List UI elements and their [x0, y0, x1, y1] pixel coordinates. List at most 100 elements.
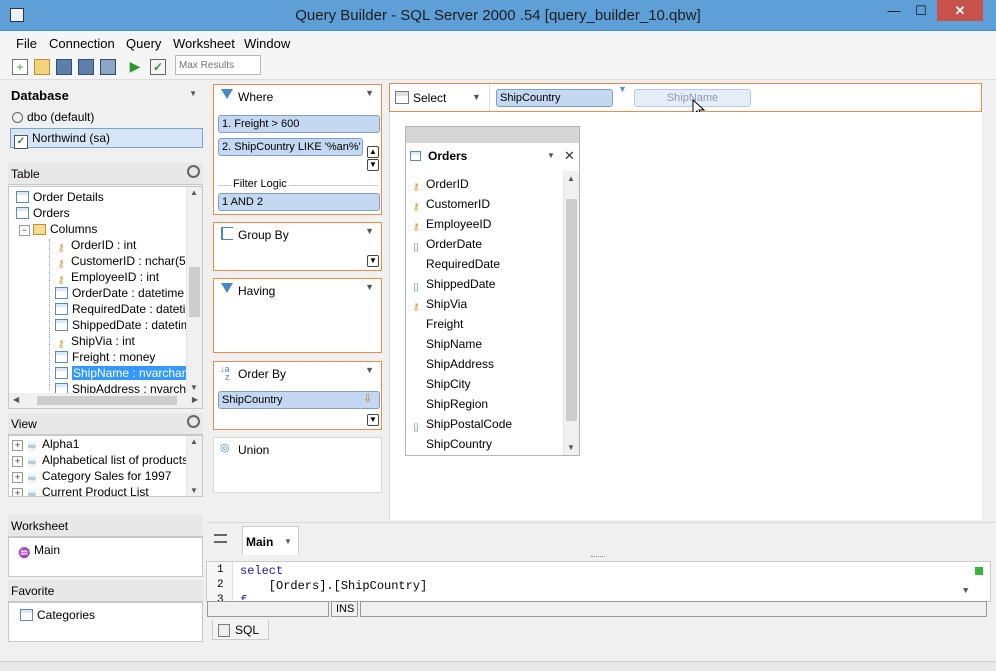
- scroll-thumb[interactable]: [566, 199, 577, 421]
- schema-item[interactable]: dbo (default): [12, 109, 94, 125]
- orders-column-orderid[interactable]: ⚷ OrderID: [410, 176, 468, 193]
- minimize-button[interactable]: —: [881, 0, 907, 21]
- scroll-down-icon[interactable]: ▼: [567, 443, 575, 452]
- save-all-icon[interactable]: [100, 59, 116, 75]
- maximize-button[interactable]: ☐: [908, 0, 934, 21]
- tree-column-freight[interactable]: Freight : money: [55, 349, 155, 365]
- view-item-alphabetical[interactable]: + ♾ Alphabetical list of products: [12, 452, 188, 469]
- table-tree-hscrollbar[interactable]: ◀ ▶: [9, 393, 202, 408]
- chevron-down-icon[interactable]: ▼: [547, 151, 555, 160]
- scroll-thumb[interactable]: [189, 267, 200, 317]
- chevron-down-icon[interactable]: ▼: [284, 537, 292, 546]
- tree-column-orderid[interactable]: ⚷ OrderID : int: [55, 237, 136, 254]
- tree-column-shipvia[interactable]: ⚷ ShipVia : int: [55, 333, 135, 350]
- orders-column-shipaddress[interactable]: ShipAddress: [410, 356, 494, 372]
- orders-table-box[interactable]: Orders ▼ ✕ ⚷ OrderID ⚷ CustomerID ⚷ Employe…: [405, 126, 580, 456]
- search-icon[interactable]: [187, 165, 200, 178]
- tree-item-order-details[interactable]: Order Details: [16, 189, 104, 205]
- splitter-handle[interactable]: [591, 556, 605, 559]
- checkbox-icon[interactable]: ✓: [14, 135, 28, 149]
- chevron-down-icon[interactable]: ▼: [189, 89, 197, 98]
- collapse-icon[interactable]: −: [19, 225, 30, 236]
- tab-main[interactable]: Main ▼: [242, 526, 299, 555]
- scroll-down-icon[interactable]: ▼: [963, 586, 968, 596]
- tree-column-employeeid[interactable]: ⚷ EmployeeID : int: [55, 269, 159, 286]
- max-results-input[interactable]: [175, 55, 261, 75]
- orders-column-freight[interactable]: Freight: [410, 316, 463, 332]
- chevron-down-icon[interactable]: ▼: [365, 226, 374, 236]
- save-icon[interactable]: [56, 59, 72, 75]
- menu-query[interactable]: Query: [126, 36, 161, 51]
- open-folder-icon[interactable]: [34, 59, 50, 75]
- chevron-down-icon[interactable]: ▼: [472, 92, 481, 102]
- orders-column-shipvia[interactable]: ⚷ ShipVia: [410, 296, 467, 313]
- where-condition-2[interactable]: 2. ShipCountry LIKE '%an%': [218, 138, 363, 156]
- orders-column-shipcountry[interactable]: ShipCountry: [410, 436, 492, 452]
- orders-column-shipcity[interactable]: ShipCity: [410, 376, 471, 392]
- menu-window[interactable]: Window: [244, 36, 290, 51]
- menu-connection[interactable]: Connection: [49, 36, 115, 51]
- where-header[interactable]: Where ▼: [214, 85, 381, 107]
- orders-column-customerid[interactable]: ⚷ CustomerID: [410, 196, 490, 213]
- check-icon[interactable]: ✓: [150, 59, 166, 75]
- scroll-up-icon[interactable]: ▲: [190, 437, 198, 446]
- move-down-icon[interactable]: ▼: [367, 255, 379, 267]
- tree-column-orderdate[interactable]: OrderDate : datetime: [55, 285, 184, 301]
- save-as-icon[interactable]: [78, 59, 94, 75]
- menu-file[interactable]: File: [16, 36, 37, 51]
- move-down-icon[interactable]: ▼: [367, 159, 379, 171]
- favorite-item-categories[interactable]: Categories: [20, 607, 95, 623]
- table-tree-scrollbar[interactable]: ▲ ▼: [186, 187, 202, 393]
- orders-scrollbar[interactable]: ▲ ▼: [563, 171, 579, 455]
- view-item-alpha1[interactable]: + ♾ Alpha1: [12, 436, 79, 453]
- worksheet-item-main[interactable]: ♒ Main: [18, 542, 60, 559]
- move-up-icon[interactable]: ▲: [367, 146, 379, 158]
- chevron-down-icon[interactable]: ▼: [365, 282, 374, 292]
- union-header[interactable]: ◎ Union: [214, 438, 381, 460]
- scroll-left-icon[interactable]: ◀: [13, 395, 19, 404]
- orders-column-shippostalcode[interactable]: ▯ ShipPostalCode: [410, 416, 512, 433]
- move-down-icon[interactable]: ▼: [367, 414, 379, 426]
- expand-icon[interactable]: +: [12, 440, 23, 451]
- view-item-current-product[interactable]: + ♾ Current Product List: [12, 484, 149, 496]
- select-column-shipcountry[interactable]: ShipCountry: [496, 89, 613, 107]
- scroll-down-icon[interactable]: ▼: [190, 383, 198, 392]
- tree-column-customerid[interactable]: ⚷ CustomerID : nchar(5): [55, 253, 189, 270]
- tree-column-shipname[interactable]: ShipName : nvarchar(4(: [55, 365, 202, 381]
- group-by-header[interactable]: Group By ▼: [214, 223, 381, 245]
- having-header[interactable]: Having ▼: [214, 279, 381, 301]
- close-icon[interactable]: ✕: [564, 148, 575, 164]
- orders-column-employeeid[interactable]: ⚷ EmployeeID: [410, 216, 491, 233]
- where-condition-1[interactable]: 1. Freight > 600: [218, 115, 380, 133]
- tree-item-columns[interactable]: − Columns: [19, 221, 97, 237]
- menu-lines-icon[interactable]: [214, 534, 227, 543]
- expand-icon[interactable]: +: [12, 488, 23, 496]
- close-button[interactable]: ✕: [937, 0, 983, 21]
- order-by-header[interactable]: ↓a z Order By ▼: [214, 362, 381, 384]
- view-tree-scrollbar[interactable]: ▲ ▼: [186, 436, 202, 496]
- filter-logic-value[interactable]: 1 AND 2: [218, 193, 380, 211]
- scroll-down-icon[interactable]: ▼: [190, 486, 198, 495]
- order-by-item[interactable]: ShipCountry: [218, 391, 380, 409]
- chevron-down-icon[interactable]: ▼: [365, 88, 374, 98]
- menu-worksheet[interactable]: Worksheet: [173, 36, 235, 51]
- chevron-down-icon[interactable]: ▼: [365, 365, 374, 375]
- orders-column-orderdate[interactable]: ▯ OrderDate: [410, 236, 482, 253]
- orders-column-shipregion[interactable]: ShipRegion: [410, 396, 488, 412]
- tree-column-requireddate[interactable]: RequiredDate : datetim: [55, 301, 195, 317]
- orders-column-shipname[interactable]: ShipName: [410, 336, 482, 352]
- orders-column-requireddate[interactable]: RequiredDate: [410, 256, 500, 272]
- scroll-up-icon[interactable]: ▲: [567, 174, 575, 183]
- select-label[interactable]: Select: [413, 91, 446, 105]
- hscroll-thumb[interactable]: [37, 396, 177, 405]
- expand-icon[interactable]: +: [12, 456, 23, 467]
- connection-item[interactable]: ✓ Northwind (sa): [10, 128, 203, 149]
- search-icon[interactable]: [187, 415, 200, 428]
- sql-editor[interactable]: 1 2 3 select [Orders].[ShipCountry] f ▼: [206, 561, 991, 606]
- sort-direction-icon[interactable]: ⇩: [363, 392, 372, 405]
- scroll-right-icon[interactable]: ▶: [192, 395, 198, 404]
- new-file-icon[interactable]: +: [12, 59, 28, 75]
- tree-item-orders[interactable]: Orders: [16, 205, 70, 221]
- orders-column-shippeddate[interactable]: ▯ ShippedDate: [410, 276, 495, 293]
- scroll-up-icon[interactable]: ▲: [190, 188, 198, 197]
